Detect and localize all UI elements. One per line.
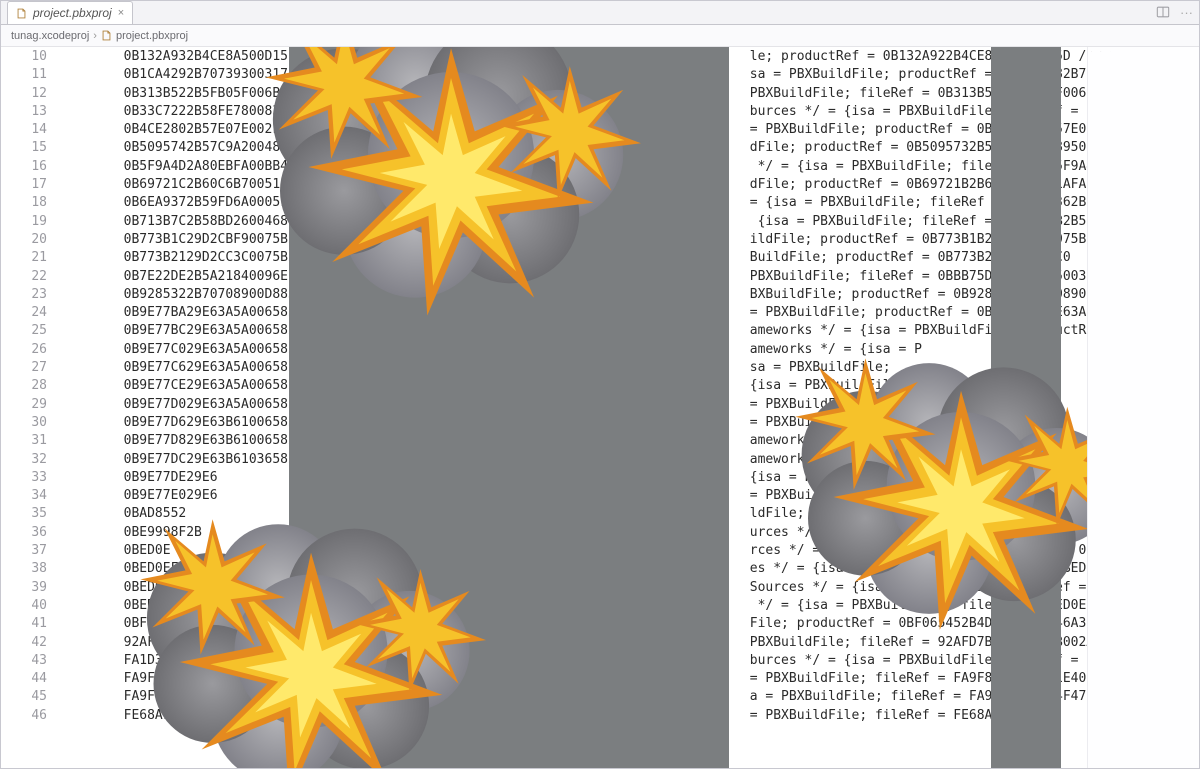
minimap[interactable]: @79N(Z.@$-5E-CO$V;9:R)-*3UKG3 A2$1V$:URJ…	[1087, 47, 1199, 768]
line-number: 24	[1, 304, 47, 322]
breadcrumb[interactable]: tunag.xcodeproj › project.pbxproj	[1, 25, 1199, 47]
line-number: 43	[1, 652, 47, 670]
line-number: 39	[1, 579, 47, 597]
file-icon	[101, 30, 112, 41]
line-number: 28	[1, 377, 47, 395]
tab-bar: project.pbxproj × ···	[1, 1, 1199, 25]
obscured-region	[289, 47, 729, 768]
line-number: 26	[1, 341, 47, 359]
file-icon	[16, 8, 27, 19]
line-number: 46	[1, 707, 47, 725]
line-number: 34	[1, 487, 47, 505]
line-number: 15	[1, 139, 47, 157]
line-number: 17	[1, 176, 47, 194]
line-number: 41	[1, 615, 47, 633]
line-number: 18	[1, 194, 47, 212]
line-number: 36	[1, 524, 47, 542]
line-number: 30	[1, 414, 47, 432]
tab-title: project.pbxproj	[33, 6, 112, 20]
line-number: 23	[1, 286, 47, 304]
line-number: 13	[1, 103, 47, 121]
more-actions-icon[interactable]: ···	[1180, 5, 1193, 23]
line-number: 27	[1, 359, 47, 377]
obscured-region	[991, 47, 1061, 768]
breadcrumb-parent[interactable]: tunag.xcodeproj	[11, 30, 89, 42]
line-number: 44	[1, 670, 47, 688]
line-number: 40	[1, 597, 47, 615]
line-number: 29	[1, 396, 47, 414]
line-number: 20	[1, 231, 47, 249]
line-number: 32	[1, 451, 47, 469]
line-number: 45	[1, 688, 47, 706]
chevron-right-icon: ›	[93, 30, 97, 42]
line-number: 31	[1, 432, 47, 450]
file-tab[interactable]: project.pbxproj ×	[7, 1, 133, 24]
line-number: 25	[1, 322, 47, 340]
line-number: 37	[1, 542, 47, 560]
line-number: 11	[1, 66, 47, 84]
line-number: 12	[1, 85, 47, 103]
line-number: 16	[1, 158, 47, 176]
code-area[interactable]: 0B132A932B4CE8A500D1515D /* le; productR…	[61, 47, 1087, 768]
split-editor-icon[interactable]	[1156, 5, 1170, 23]
line-number: 10	[1, 48, 47, 66]
line-number: 38	[1, 560, 47, 578]
tabbar-actions: ···	[1156, 5, 1193, 23]
editor-window: project.pbxproj × ··· tunag.xcodeproj › …	[0, 0, 1200, 769]
breadcrumb-file[interactable]: project.pbxproj	[116, 30, 188, 42]
editor-body: 1011121314151617181920212223242526272829…	[1, 47, 1199, 768]
line-gutter: 1011121314151617181920212223242526272829…	[1, 47, 61, 768]
line-number: 21	[1, 249, 47, 267]
line-number: 19	[1, 213, 47, 231]
line-number: 35	[1, 505, 47, 523]
line-number: 14	[1, 121, 47, 139]
close-icon[interactable]: ×	[118, 7, 124, 19]
line-number: 22	[1, 268, 47, 286]
line-number: 33	[1, 469, 47, 487]
line-number: 42	[1, 634, 47, 652]
